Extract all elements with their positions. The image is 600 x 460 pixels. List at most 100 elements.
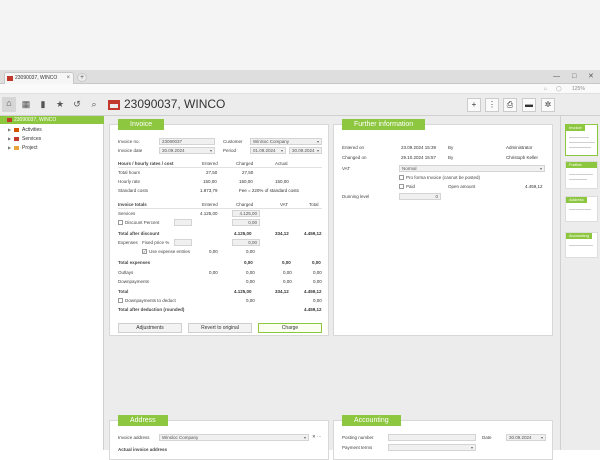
period-from-field[interactable]: 01.09.2024 — [250, 147, 286, 154]
address-close-icon[interactable]: ✕ ⋯ — [312, 434, 322, 440]
calendar-icon[interactable]: ▦ — [20, 98, 32, 111]
tree-item-label: Activities — [22, 127, 42, 133]
te-vat: 0,00 — [282, 260, 291, 265]
tree-item-project[interactable]: ▶ Project — [8, 144, 38, 152]
standard-costs-note: Fee = 220% of standard costs — [239, 188, 299, 193]
discount-charged-field[interactable]: 0,00 — [232, 219, 260, 226]
tad-charged: 4.125,00 — [234, 231, 252, 236]
star-icon[interactable]: ★ — [54, 98, 66, 111]
col-vat: VAT — [280, 202, 289, 207]
services-label: Services — [118, 211, 136, 216]
search-icon[interactable]: ⌕ — [88, 98, 100, 111]
address-bar[interactable]: ⌂ ◯ 125% — [0, 84, 600, 94]
by-value-2: Christoph Keller — [506, 155, 539, 160]
adjustments-button[interactable]: Adjustments — [118, 323, 182, 333]
new-tab-button[interactable]: + — [77, 73, 87, 82]
use-expense-label: Use expense entries — [149, 249, 191, 254]
posting-number-label: Posting number — [342, 435, 374, 440]
thumb-label: Accounting — [566, 233, 592, 239]
open-amount-label: Open amount — [448, 184, 476, 189]
customer-select[interactable]: WinSoc Company — [250, 138, 322, 145]
zoom-level[interactable]: 125% — [572, 84, 585, 94]
winco-logo-icon — [108, 100, 120, 110]
invoice-no-field[interactable]: 23090037 — [159, 138, 215, 145]
thumb-label: Invoice — [566, 125, 585, 131]
print-icon[interactable]: ⎙ — [503, 98, 517, 112]
fixed-price-field[interactable] — [174, 239, 192, 246]
thumb-line — [569, 142, 595, 143]
dp-deduct-checkbox[interactable] — [118, 298, 123, 303]
home-icon[interactable]: ⌂ — [2, 97, 16, 112]
expand-arrow-icon[interactable]: ▶ — [8, 144, 11, 152]
total-after-discount-label: Total after discount — [118, 231, 160, 236]
main-content: Invoice Invoice no. 23090037 Customer Wi… — [104, 116, 560, 460]
nav-icons: ⌂ ▦ ▮ ★ ↺ ⌕ — [0, 94, 104, 116]
total-vat: 334,12 — [275, 289, 289, 294]
posting-number-field[interactable] — [388, 434, 476, 441]
services-entered: 4.125,00 — [200, 211, 218, 216]
dunning-field[interactable]: 0 — [399, 193, 441, 200]
tree-item-label: Project — [22, 145, 38, 151]
minimize-button[interactable]: — — [553, 70, 560, 84]
paid-checkbox[interactable] — [399, 184, 404, 189]
hourly-rate-actual: 150,00 — [275, 179, 289, 184]
entered-on-label: Entered on — [342, 145, 365, 150]
col-entered: Entered — [202, 161, 218, 166]
charge-button[interactable]: Charge — [258, 323, 322, 333]
history-icon[interactable]: ↺ — [71, 98, 83, 111]
tree-root-item[interactable]: 23090037, WINCO — [0, 116, 104, 124]
fixed-price-charged-field[interactable]: 0,00 — [232, 239, 260, 246]
revert-button[interactable]: Revert to original — [188, 323, 252, 333]
services-charged-field[interactable]: 4.125,00 — [232, 210, 260, 217]
section-navigator: Invoice Further Infor... Address Account… — [560, 116, 600, 450]
thumb-address[interactable]: Address — [565, 196, 598, 222]
vat-select[interactable]: Normal — [399, 165, 545, 172]
folder-icon[interactable]: ▬ — [522, 98, 536, 112]
dp-deduct-label: Downpayments to deduct — [125, 298, 176, 303]
col-charged: Charged — [236, 161, 254, 166]
expand-arrow-icon[interactable]: ▶ — [8, 135, 11, 143]
close-tab-icon[interactable]: × — [66, 73, 70, 84]
invoice-date-field[interactable]: 30.09.2024 — [159, 147, 215, 154]
open-amount-value: 4.459,12 — [525, 184, 543, 189]
use-expense-checkbox[interactable]: ✓ — [142, 249, 147, 254]
col-entered-2: Entered — [202, 202, 218, 207]
standard-costs-entered: 1.873,79 — [200, 188, 218, 193]
period-to-field[interactable]: 30.09.2024 — [289, 147, 322, 154]
tadr-total: 4.459,12 — [304, 307, 322, 312]
downpayments-label: Downpayments — [118, 279, 150, 284]
tree-item-activities[interactable]: ▶ Activities — [8, 126, 42, 134]
changed-on-value: 29.10.2024 15:57 — [401, 155, 437, 160]
browser-tab[interactable]: 23090037, WINCO × — [4, 72, 74, 84]
further-info-title: Further information — [342, 119, 426, 130]
more-menu-icon[interactable]: ⋮ — [485, 98, 499, 112]
chart-icon[interactable]: ▮ — [37, 98, 49, 111]
discount-percent-field[interactable] — [174, 219, 192, 226]
totals-header: Invoice totals — [118, 202, 147, 207]
downpayments-vat: 0,00 — [283, 279, 292, 284]
winco-favicon-icon — [7, 76, 13, 81]
col-charged-2: Charged — [236, 202, 254, 207]
address-title: Address — [118, 415, 168, 426]
thumb-line — [569, 179, 587, 180]
thumb-accounting[interactable]: Accounting — [565, 232, 598, 258]
total-hours-entered: 27,50 — [206, 170, 218, 175]
invoice-panel: Invoice Invoice no. 23090037 Customer Wi… — [109, 119, 329, 336]
pro-forma-label: Pro forma Invoice (cannot be posted) — [406, 175, 481, 180]
close-window-button[interactable]: ✕ — [588, 70, 594, 84]
profile-icon[interactable]: ◯ — [556, 84, 562, 94]
use-expense-charged: 0,00 — [246, 249, 255, 254]
add-button[interactable]: + — [467, 98, 481, 112]
invoice-address-select[interactable]: Winsloc Company — [159, 434, 309, 441]
settings-gear-icon[interactable]: ✲ — [541, 98, 555, 112]
thumb-label: Further Infor... — [566, 162, 597, 173]
total-after-deduction-label: Total after deduction (rounded) — [118, 307, 185, 312]
discount-checkbox[interactable] — [118, 220, 123, 225]
thumb-invoice[interactable]: Invoice — [565, 124, 598, 156]
maximize-button[interactable]: □ — [572, 70, 576, 84]
date-field[interactable]: 30.09.2024 — [506, 434, 546, 441]
tree-item-services[interactable]: ▶ Services — [8, 135, 41, 143]
expand-arrow-icon[interactable]: ▶ — [8, 126, 11, 134]
thumb-further-info[interactable]: Further Infor... — [565, 161, 598, 189]
pro-forma-checkbox[interactable] — [399, 175, 404, 180]
